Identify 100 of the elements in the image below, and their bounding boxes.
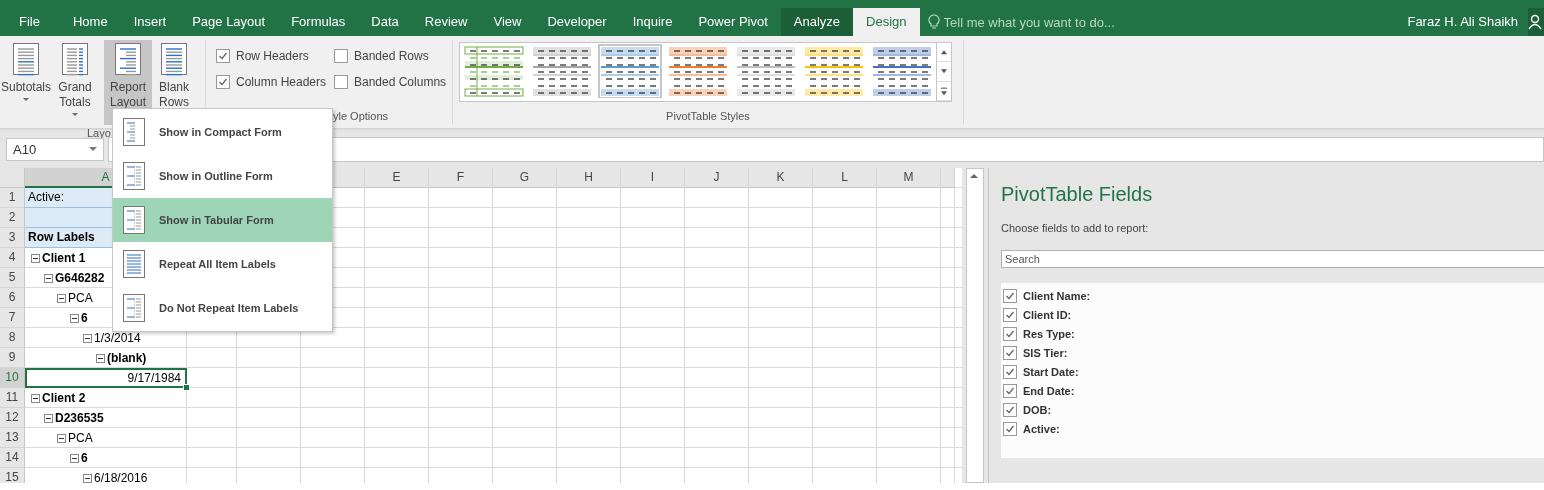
field-label[interactable]: Start Date: xyxy=(1023,365,1079,378)
column-header[interactable]: J xyxy=(685,168,749,188)
pivot-item[interactable]: 1/3/2014 xyxy=(25,328,187,348)
field-label[interactable]: Active: xyxy=(1023,422,1060,435)
checkbox-label[interactable]: Row Headers xyxy=(236,49,309,63)
ribbon-tab[interactable]: Developer xyxy=(534,8,620,36)
ribbon-tab[interactable]: File xyxy=(0,8,60,36)
table-layout-icon xyxy=(12,42,40,76)
tell-me-field[interactable]: Tell me what you want to do... xyxy=(943,14,1174,30)
column-header[interactable]: G xyxy=(493,168,557,188)
column-header[interactable]: M xyxy=(877,168,941,188)
column-header[interactable]: L xyxy=(813,168,877,188)
ribbon-button[interactable]: Subtotals xyxy=(0,40,52,125)
row-number[interactable]: 11 xyxy=(0,388,25,408)
collapse-icon[interactable] xyxy=(31,253,40,263)
ribbon-tab[interactable]: Page Layout xyxy=(179,8,279,36)
column-header[interactable]: I xyxy=(621,168,685,188)
search-field[interactable]: Search xyxy=(1001,250,1544,268)
row-number[interactable]: 14 xyxy=(0,448,25,468)
checkbox-label[interactable]: Banded Rows xyxy=(354,49,429,63)
checkbox[interactable] xyxy=(216,75,230,89)
collapse-icon[interactable] xyxy=(70,313,79,323)
row-number[interactable]: 9 xyxy=(0,348,25,368)
menu-item[interactable]: Show in Tabular Form xyxy=(113,198,332,242)
pivot-item[interactable]: D236535 xyxy=(25,408,187,428)
ribbon-tab[interactable]: Formulas xyxy=(278,8,359,36)
column-header[interactable]: H xyxy=(557,168,621,188)
pivot-item[interactable]: Client 2 xyxy=(25,388,187,408)
collapse-icon[interactable] xyxy=(44,413,53,423)
checkbox[interactable] xyxy=(1003,288,1017,303)
pivot-item[interactable]: 6/18/2016 xyxy=(25,468,187,483)
column-header[interactable]: K xyxy=(749,168,813,188)
ribbon-tab[interactable]: Design xyxy=(853,8,920,36)
user-name[interactable]: Faraz H. Ali Shaikh xyxy=(1407,8,1528,36)
table-style-swatch[interactable] xyxy=(462,44,526,98)
checkbox[interactable] xyxy=(1003,383,1017,398)
column-header[interactable]: E xyxy=(365,168,429,188)
table-style-swatch[interactable] xyxy=(802,44,866,98)
field-label[interactable]: SIS Tier: xyxy=(1023,346,1068,359)
table-style-swatch[interactable] xyxy=(870,44,934,98)
row-number[interactable]: 2 xyxy=(0,208,25,228)
table-layout-icon xyxy=(123,118,145,146)
checkbox[interactable] xyxy=(1003,402,1017,417)
ribbon-tab[interactable]: Inquire xyxy=(619,8,686,36)
checkbox[interactable] xyxy=(334,49,348,63)
ribbon-tab[interactable]: Home xyxy=(59,8,121,36)
group-label: PivotTable Styles xyxy=(666,110,750,122)
collapse-icon[interactable] xyxy=(83,333,92,343)
row-number[interactable]: 3 xyxy=(0,228,25,248)
table-style-swatch[interactable] xyxy=(598,44,662,98)
checkbox[interactable] xyxy=(1003,364,1017,379)
row-number[interactable]: 12 xyxy=(0,408,25,428)
collapse-icon[interactable] xyxy=(83,473,92,483)
ribbon-button[interactable]: Grand Totals xyxy=(52,40,98,125)
ribbon-tab[interactable]: Power Pivot xyxy=(685,8,781,36)
row-number[interactable]: 8 xyxy=(0,328,25,348)
ribbon-tab[interactable]: Review xyxy=(411,8,481,36)
row-number[interactable]: 13 xyxy=(0,428,25,448)
collapse-icon[interactable] xyxy=(70,453,79,463)
row-number[interactable]: 1 xyxy=(0,188,25,208)
table-style-swatch[interactable] xyxy=(666,44,730,98)
row-number[interactable]: 10 xyxy=(0,368,25,388)
field-label[interactable]: DOB: xyxy=(1023,403,1052,416)
ribbon-tab[interactable]: Data xyxy=(358,8,412,36)
checkbox[interactable] xyxy=(1003,307,1017,322)
column-header[interactable]: F xyxy=(429,168,493,188)
checkbox-label[interactable]: Column Headers xyxy=(236,75,327,89)
ribbon-tab[interactable]: View xyxy=(480,8,535,36)
collapse-icon[interactable] xyxy=(57,293,66,303)
collapse-icon[interactable] xyxy=(57,433,66,443)
row-number[interactable]: 4 xyxy=(0,248,25,268)
ribbon-tab[interactable]: Insert xyxy=(120,8,180,36)
field-label[interactable]: Client Name: xyxy=(1023,289,1091,302)
person-icon[interactable] xyxy=(1528,14,1542,30)
ribbon-tab[interactable]: Analyze xyxy=(780,8,854,36)
pivot-item[interactable]: 6 xyxy=(25,448,187,468)
pivot-item[interactable]: (blank) xyxy=(25,348,187,368)
menu-item[interactable]: Do Not Repeat Item Labels xyxy=(113,286,332,330)
field-label[interactable]: Client ID: xyxy=(1023,308,1072,321)
row-number[interactable]: 7 xyxy=(0,308,25,328)
pivot-item[interactable]: PCA xyxy=(25,428,187,448)
name-box[interactable]: A10 xyxy=(6,137,104,161)
field-label[interactable]: End Date: xyxy=(1023,384,1075,397)
collapse-icon[interactable] xyxy=(96,353,105,363)
checkbox[interactable] xyxy=(1003,421,1017,436)
row-number[interactable]: 15 xyxy=(0,468,25,483)
row-number[interactable]: 5 xyxy=(0,268,25,288)
table-style-swatch[interactable] xyxy=(530,44,594,98)
field-label[interactable]: Res Type: xyxy=(1023,327,1075,340)
table-style-swatch[interactable] xyxy=(734,44,798,98)
row-number[interactable]: 6 xyxy=(0,288,25,308)
fill-handle[interactable] xyxy=(183,384,190,391)
checkbox[interactable] xyxy=(334,75,348,89)
collapse-icon[interactable] xyxy=(31,393,40,403)
checkbox-label[interactable]: Banded Columns xyxy=(354,75,447,89)
checkbox[interactable] xyxy=(216,49,230,63)
table-cell[interactable]: 9/17/1984 xyxy=(25,368,187,388)
checkbox[interactable] xyxy=(1003,326,1017,341)
checkbox[interactable] xyxy=(1003,345,1017,360)
collapse-icon[interactable] xyxy=(44,273,53,283)
